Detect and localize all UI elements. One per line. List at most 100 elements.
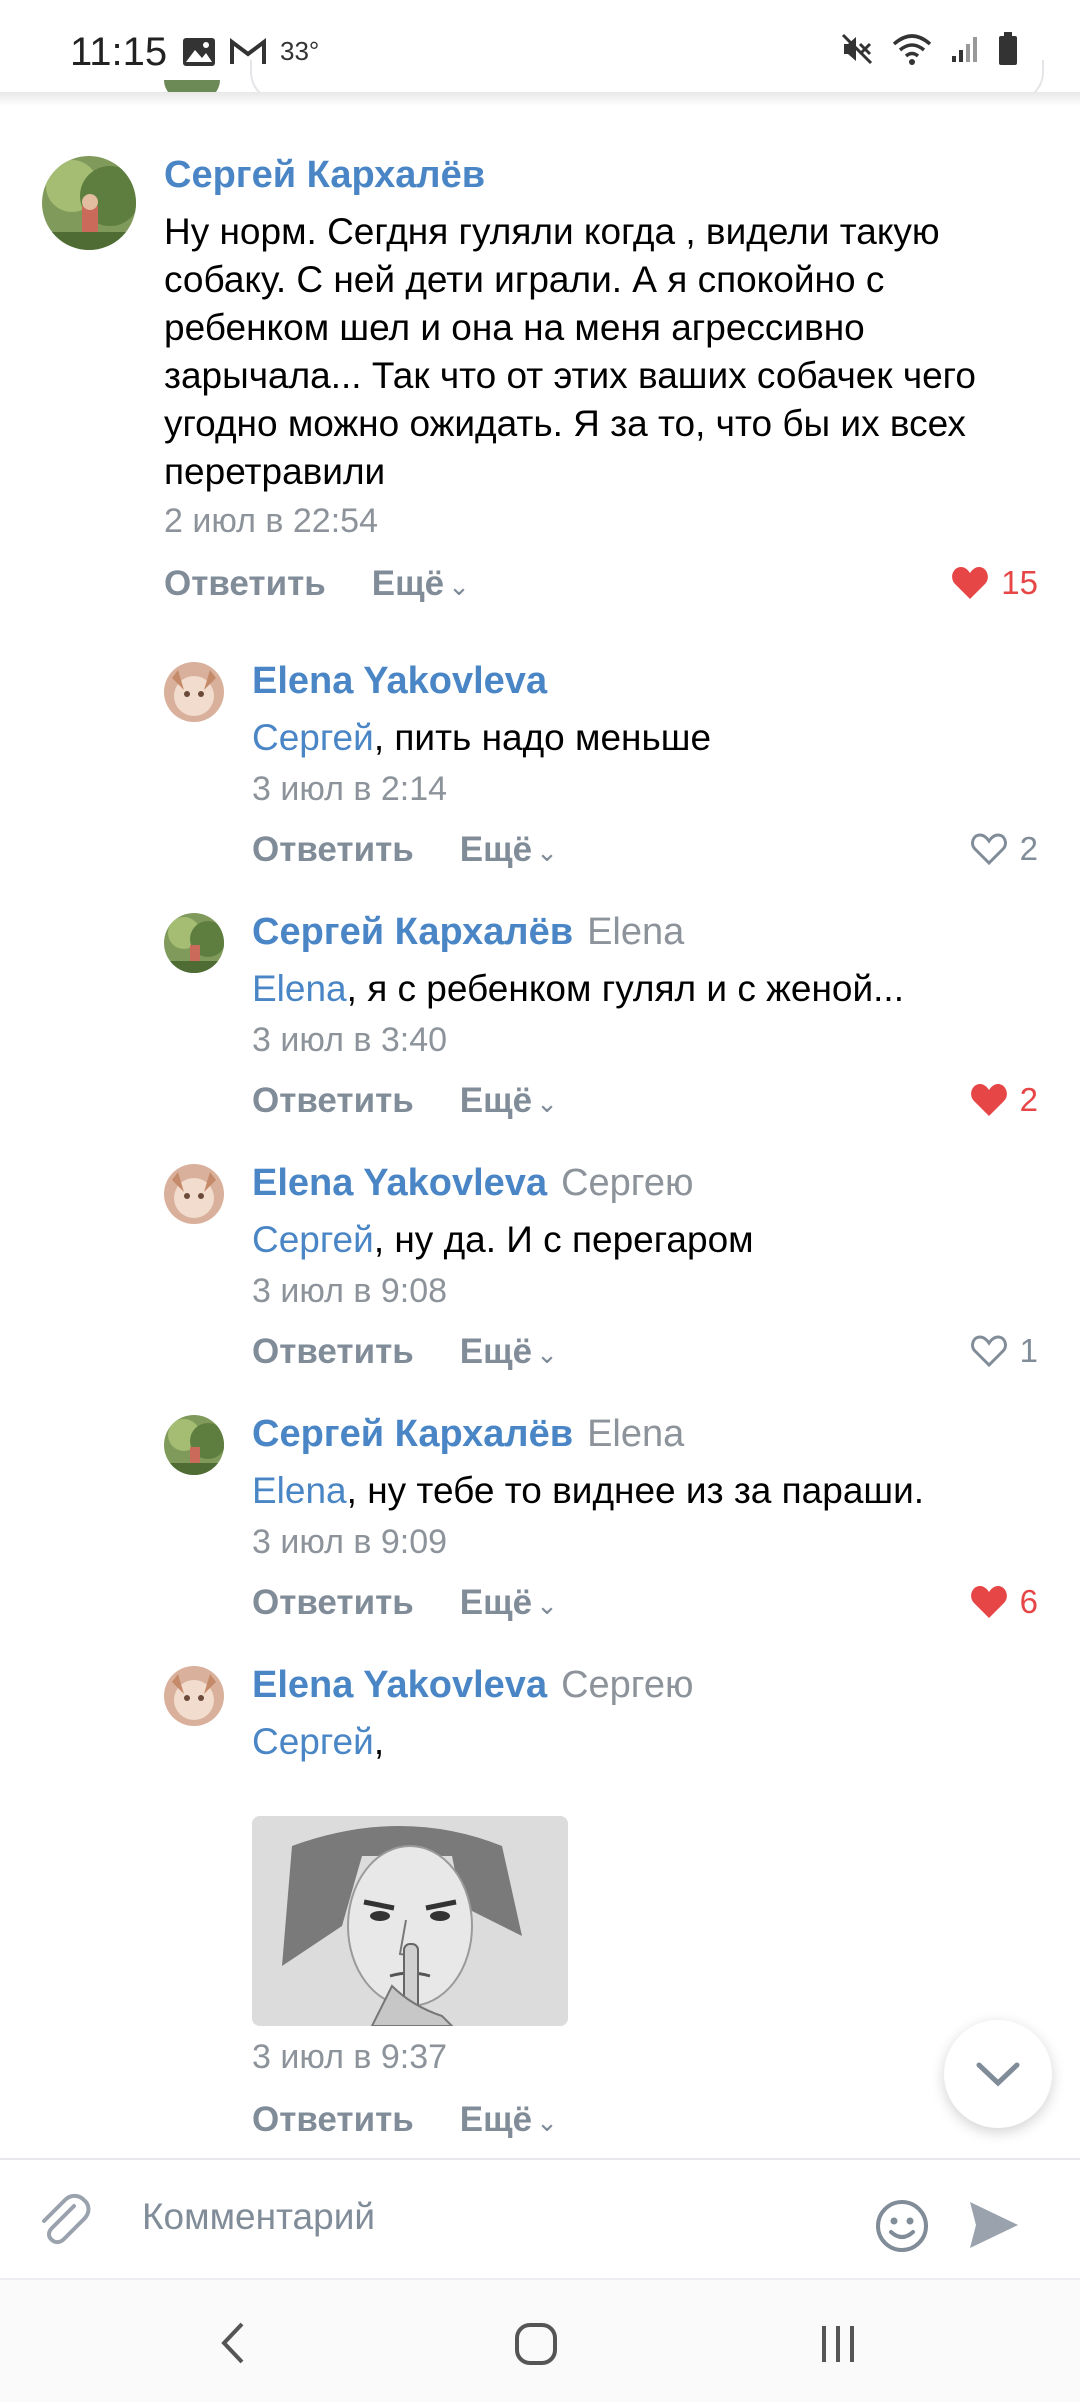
reply-button[interactable]: Ответить bbox=[252, 1332, 414, 1372]
home-icon[interactable] bbox=[514, 2322, 558, 2366]
comment-input[interactable]: Комментарий bbox=[142, 2196, 375, 2238]
send-icon[interactable] bbox=[966, 2198, 1022, 2252]
comment-time: 2 июл в 22:54 bbox=[164, 502, 378, 540]
more-button[interactable]: Ещё ⌄ bbox=[460, 1583, 558, 1623]
author-name[interactable]: Elena Yakovleva bbox=[252, 660, 547, 703]
comment-time: 3 июл в 3:40 bbox=[252, 1021, 448, 1059]
author-name[interactable]: Elena Yakovleva Сергею bbox=[252, 1162, 693, 1205]
chevron-down-icon: ⌄ bbox=[536, 2107, 558, 2137]
comment-time: 3 июл в 9:08 bbox=[252, 1272, 448, 1310]
reply-button[interactable]: Ответить bbox=[252, 1081, 414, 1121]
reply-to-label[interactable]: Сергею bbox=[561, 1162, 693, 1204]
avatar[interactable] bbox=[164, 662, 224, 722]
status-time: 11:15 bbox=[70, 30, 168, 74]
more-button[interactable]: Ещё ⌄ bbox=[372, 564, 470, 604]
heart-icon bbox=[970, 1084, 1007, 1116]
comment-body: , пить надо меньше bbox=[373, 717, 712, 758]
author-name[interactable]: Elena Yakovleva Сергею bbox=[252, 1664, 693, 1707]
comment-actions: Ответить Ещё ⌄ bbox=[164, 564, 470, 604]
emoji-icon[interactable] bbox=[874, 2198, 930, 2254]
like-button[interactable]: 2 bbox=[970, 830, 1038, 868]
back-icon[interactable] bbox=[216, 2320, 250, 2366]
author-label: Elena Yakovleva bbox=[252, 1162, 548, 1204]
more-button[interactable]: Ещё ⌄ bbox=[460, 2100, 558, 2140]
like-count: 15 bbox=[1001, 564, 1038, 601]
mention-link[interactable]: Elena bbox=[252, 1470, 347, 1511]
chevron-down-icon: ⌄ bbox=[448, 571, 470, 601]
comment-actions: Ответить Ещё ⌄ bbox=[252, 1583, 558, 1623]
author-name[interactable]: Сергей Кархалёв Elena bbox=[252, 1413, 684, 1456]
comment-body: , я с ребенком гулял и с женой... bbox=[346, 968, 904, 1009]
system-navigation-bar bbox=[0, 2278, 1080, 2402]
comment-time: 3 июл в 9:09 bbox=[252, 1523, 448, 1561]
like-button[interactable]: 2 bbox=[970, 1081, 1038, 1119]
reply-button[interactable]: Ответить bbox=[252, 2100, 414, 2140]
attach-icon[interactable] bbox=[34, 2190, 96, 2252]
comment-actions: Ответить Ещё ⌄ bbox=[252, 1081, 558, 1121]
chevron-down-icon: ⌄ bbox=[536, 1088, 558, 1118]
comment-time: 3 июл в 9:37 bbox=[252, 2038, 448, 2076]
more-button[interactable]: Ещё ⌄ bbox=[460, 1081, 558, 1121]
comment-reply: Elena Yakovleva Сергею Сергей, ну да. И с… bbox=[0, 1158, 1080, 1398]
comment-actions: Ответить Ещё ⌄ bbox=[252, 2100, 558, 2140]
comment-reply: Сергей Кархалёв Elena Elena, ну тебе то в… bbox=[0, 1409, 1080, 1649]
avatar[interactable] bbox=[164, 913, 224, 973]
comment-text: Сергей, пить надо меньше bbox=[252, 714, 1052, 762]
comment-reply: Elena Yakovleva Сергею Сергей, 3 июл в 9:… bbox=[0, 1660, 1080, 2140]
comment-text: Сергей, bbox=[252, 1718, 1052, 1766]
reply-to-label[interactable]: Elena bbox=[587, 1413, 684, 1455]
chevron-down-icon: ⌄ bbox=[536, 837, 558, 867]
mention-link[interactable]: Elena bbox=[252, 968, 347, 1009]
header-shadow bbox=[0, 92, 1080, 106]
reply-to-label[interactable]: Elena bbox=[587, 911, 684, 953]
heart-outline-icon bbox=[970, 833, 1007, 866]
avatar[interactable] bbox=[164, 1666, 224, 1726]
comment-text: Elena, я с ребенком гулял и с женой... bbox=[252, 965, 1052, 1013]
chevron-down-icon: ⌄ bbox=[536, 1590, 558, 1620]
author-label: Сергей Кархалёв bbox=[252, 911, 574, 953]
comment-body: , ну да. И с перегаром bbox=[373, 1219, 754, 1260]
recents-icon[interactable] bbox=[818, 2324, 858, 2364]
reply-button[interactable]: Ответить bbox=[252, 1583, 414, 1623]
avatar[interactable] bbox=[164, 1164, 224, 1224]
reply-to-label[interactable]: Сергею bbox=[561, 1664, 693, 1706]
avatar[interactable] bbox=[164, 1415, 224, 1475]
mention-link[interactable]: Сергей bbox=[252, 1219, 374, 1260]
more-button[interactable]: Ещё ⌄ bbox=[460, 830, 558, 870]
comment-body: , ну тебе то виднее из за параши. bbox=[346, 1470, 925, 1511]
author-label: Elena Yakovleva bbox=[252, 1664, 548, 1706]
attached-image[interactable] bbox=[252, 1816, 568, 2026]
like-button[interactable]: 15 bbox=[951, 564, 1038, 602]
heart-outline-icon bbox=[970, 1335, 1007, 1368]
chevron-down-icon bbox=[976, 2062, 1020, 2087]
author-name[interactable]: Сергей Кархалёв Elena bbox=[252, 911, 684, 954]
mention-link[interactable]: Сергей bbox=[252, 1721, 374, 1762]
comment: Сергей Кархалёв Ну норм. Сегдня гуляли к… bbox=[0, 150, 1080, 620]
comment-text: Elena, ну тебе то виднее из за параши. bbox=[252, 1467, 1052, 1515]
comment-text: Ну норм. Сегдня гуляли когда , видели та… bbox=[164, 211, 976, 492]
reply-button[interactable]: Ответить bbox=[252, 830, 414, 870]
comment-time: 3 июл в 2:14 bbox=[252, 770, 448, 808]
author-label: Сергей Кархалёв bbox=[252, 1413, 574, 1455]
comment-reply: Elena Yakovleva Сергей, пить надо меньше… bbox=[0, 656, 1080, 896]
image-icon bbox=[183, 37, 215, 66]
comment-composer: Комментарий bbox=[0, 2158, 1080, 2280]
mention-link[interactable]: Сергей bbox=[252, 717, 374, 758]
comment-reply: Сергей Кархалёв Elena Elena, я с ребенком… bbox=[0, 907, 1080, 1147]
heart-icon bbox=[952, 567, 989, 599]
like-button[interactable]: 1 bbox=[970, 1332, 1038, 1370]
author-name[interactable]: Сергей Кархалёв bbox=[164, 154, 485, 197]
like-count: 6 bbox=[1019, 1583, 1038, 1620]
avatar[interactable] bbox=[42, 156, 136, 250]
reply-button[interactable]: Ответить bbox=[164, 564, 326, 604]
comment-body: , bbox=[373, 1721, 385, 1762]
chevron-down-icon: ⌄ bbox=[536, 1339, 558, 1369]
like-button[interactable]: 6 bbox=[970, 1583, 1038, 1621]
like-count: 2 bbox=[1019, 830, 1038, 867]
comment-actions: Ответить Ещё ⌄ bbox=[252, 1332, 558, 1372]
comment-actions: Ответить Ещё ⌄ bbox=[252, 830, 558, 870]
scroll-down-button[interactable] bbox=[944, 2020, 1052, 2128]
like-count: 1 bbox=[1019, 1332, 1038, 1369]
more-button[interactable]: Ещё ⌄ bbox=[460, 1332, 558, 1372]
heart-icon bbox=[970, 1586, 1007, 1618]
